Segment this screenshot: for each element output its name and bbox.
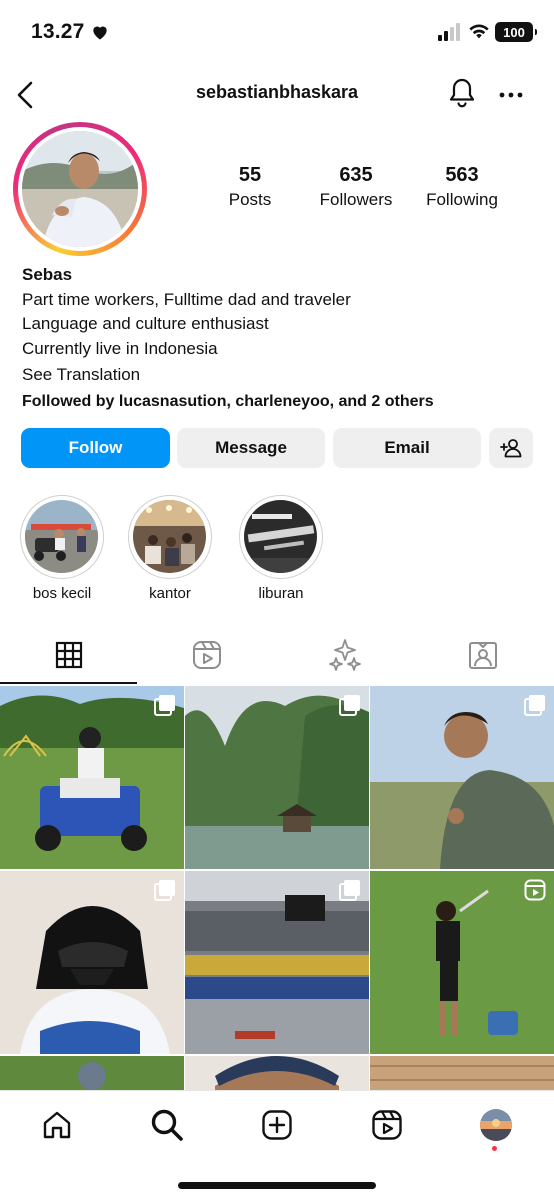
multiple-posts-icon xyxy=(524,695,545,716)
profile-content-tabs xyxy=(0,626,554,686)
tagged-icon xyxy=(469,642,497,669)
grid-post[interactable] xyxy=(185,686,369,869)
post-thumbnail xyxy=(0,1056,184,1090)
message-button[interactable]: Message xyxy=(177,428,325,468)
tab-posts-grid[interactable] xyxy=(0,626,138,684)
see-translation-link[interactable]: See Translation xyxy=(22,365,140,385)
home-icon xyxy=(43,1111,71,1139)
story-highlight[interactable]: bos kecil xyxy=(19,495,105,602)
nav-profile[interactable] xyxy=(476,1105,516,1145)
profile-header: sebastianbhaskara xyxy=(0,70,554,120)
reel-post-icon xyxy=(524,879,546,901)
home-indicator xyxy=(178,1182,376,1189)
stat-value: 563 xyxy=(445,164,479,186)
posts-grid xyxy=(0,686,554,1090)
add-person-icon xyxy=(500,439,522,458)
grid-post[interactable] xyxy=(370,686,554,869)
bio-line: Part time workers, Fulltime dad and trav… xyxy=(22,289,351,309)
highlight-ring xyxy=(20,495,104,579)
grid-post[interactable] xyxy=(185,1056,369,1090)
post-thumbnail xyxy=(185,1056,369,1090)
nav-search[interactable] xyxy=(147,1105,187,1145)
profile-stats: 55 Posts 635 Followers 563 Following xyxy=(200,164,540,224)
status-bar: 13.27 100 xyxy=(0,0,554,66)
tab-sparkles[interactable] xyxy=(276,626,414,684)
more-options-icon[interactable] xyxy=(498,82,524,108)
bio-line: Language and culture enthusiast xyxy=(22,314,269,333)
stat-value: 635 xyxy=(339,164,373,186)
grid-post[interactable] xyxy=(370,1056,554,1090)
highlight-cover xyxy=(133,500,206,573)
profile-avatar-small xyxy=(480,1109,512,1141)
bell-icon[interactable] xyxy=(447,76,477,110)
highlight-ring xyxy=(128,495,212,579)
grid-post[interactable] xyxy=(0,1056,184,1090)
tab-tagged[interactable] xyxy=(414,626,552,684)
reels-icon xyxy=(193,641,221,669)
nav-reels[interactable] xyxy=(367,1105,407,1145)
grid-post[interactable] xyxy=(0,686,184,869)
stat-value: 55 xyxy=(238,164,262,186)
story-highlight[interactable]: kantor xyxy=(127,495,213,602)
highlight-cover xyxy=(244,500,317,573)
active-tab-indicator xyxy=(0,682,137,684)
heart-icon xyxy=(93,26,107,40)
grid-icon xyxy=(55,641,83,669)
multiple-posts-icon xyxy=(339,695,360,716)
stat-label: Following xyxy=(426,190,498,209)
wifi-icon xyxy=(469,24,489,39)
highlight-label: liburan xyxy=(258,585,304,602)
stat-followers[interactable]: 635 Followers xyxy=(301,164,411,210)
highlight-cover xyxy=(25,500,98,573)
stat-posts[interactable]: 55 Posts xyxy=(195,164,305,210)
tab-reels[interactable] xyxy=(138,626,276,684)
stat-label: Posts xyxy=(228,190,272,209)
profile-bio: Sebas Part time workers, Fulltime dad an… xyxy=(22,263,542,361)
highlight-label: kantor xyxy=(149,585,191,602)
post-thumbnail xyxy=(370,1056,554,1090)
bio-line: Currently live in Indonesia xyxy=(22,338,218,358)
multiple-posts-icon xyxy=(339,880,360,901)
stat-following[interactable]: 563 Following xyxy=(407,164,517,210)
highlight-label: bos kecil xyxy=(32,585,92,602)
signal-icon xyxy=(438,23,460,41)
reels-icon xyxy=(372,1110,402,1140)
email-button[interactable]: Email xyxy=(333,428,481,468)
followed-by-text[interactable]: Followed by lucasnasution, charleneyoo, … xyxy=(22,393,434,411)
stat-label: Followers xyxy=(319,190,393,209)
search-icon xyxy=(151,1109,183,1141)
suggest-people-button[interactable] xyxy=(489,428,533,468)
nav-home[interactable] xyxy=(37,1105,77,1145)
profile-avatar-story-ring[interactable] xyxy=(13,122,147,256)
grid-post[interactable] xyxy=(370,871,554,1054)
status-time: 13.27 xyxy=(31,20,85,43)
follow-button[interactable]: Follow xyxy=(21,428,170,468)
create-post-icon xyxy=(262,1110,292,1140)
grid-post[interactable] xyxy=(185,871,369,1054)
notification-dot xyxy=(492,1146,497,1151)
highlight-ring xyxy=(239,495,323,579)
multiple-posts-icon xyxy=(154,695,175,716)
grid-post[interactable] xyxy=(0,871,184,1054)
profile-name: Sebas xyxy=(22,265,73,284)
battery-indicator: 100 xyxy=(495,22,537,42)
nav-create[interactable] xyxy=(257,1105,297,1145)
sparkles-icon xyxy=(329,639,361,671)
battery-level: 100 xyxy=(503,24,525,40)
profile-avatar xyxy=(22,131,138,247)
multiple-posts-icon xyxy=(154,880,175,901)
story-highlight[interactable]: liburan xyxy=(238,495,324,602)
